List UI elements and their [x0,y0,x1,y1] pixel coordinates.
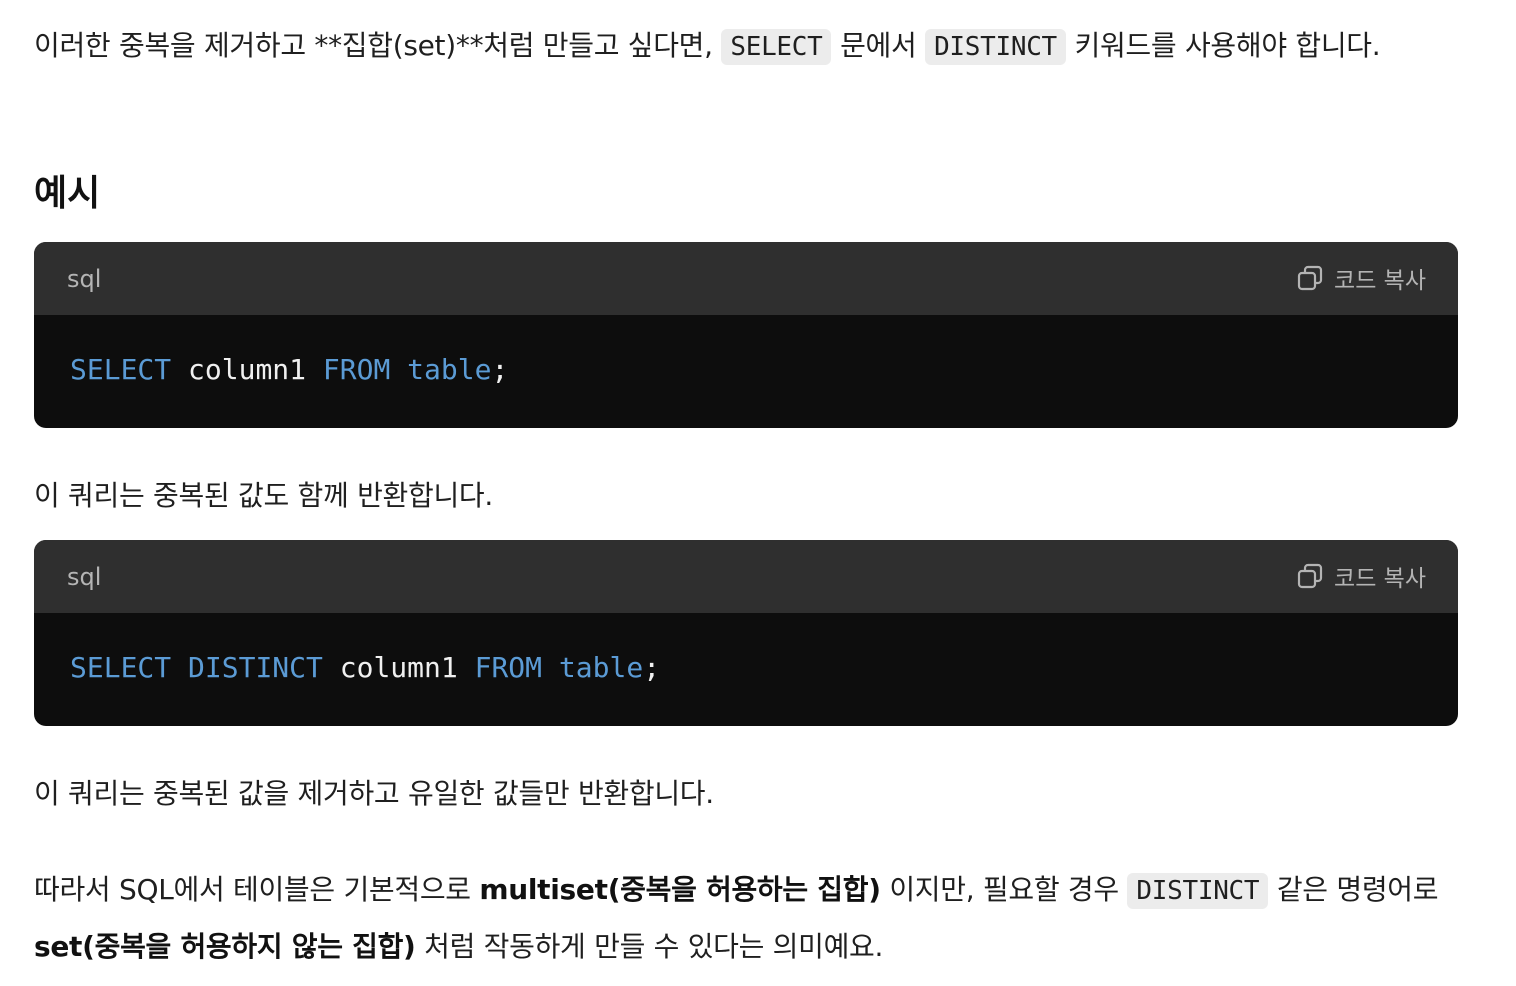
code-punctuation: ; [491,353,509,386]
code-keyword: SELECT [70,651,172,684]
code-keyword: DISTINCT [188,651,323,684]
code-identifier: column1 [322,651,475,684]
inline-code-distinct: DISTINCT [1127,873,1269,909]
conclusion-text: 이지만, 필요할 경우 [880,873,1128,906]
section-heading: 예시 [34,173,101,214]
code-keyword: table [407,353,492,386]
copy-code-button[interactable]: 코드 복사 [1296,262,1426,294]
inline-code-distinct: DISTINCT [925,29,1066,65]
conclusion-text: 같은 명령어로 [1268,873,1439,906]
code-content[interactable]: SELECT column1 FROM table; [70,350,508,390]
explanation-paragraph-2: 이 쿼리는 중복된 값을 제거하고 유일한 값들만 반환합니다. [34,777,714,810]
intro-paragraph: 이러한 중복을 제거하고 **집합(set)**처럼 만들고 싶다면, SELE… [34,18,1458,75]
code-block-header: sql 코드 복사 [34,540,1458,613]
intro-text: 이러한 중복을 제거하고 **집합(set)**처럼 만들고 싶다면, [34,29,722,62]
copy-code-label: 코드 복사 [1334,566,1426,592]
code-content[interactable]: SELECT DISTINCT column1 FROM table; [70,648,660,688]
conclusion-bold-set: set(중복을 허용하지 않는 집합) [34,930,416,963]
code-keyword: SELECT [70,353,172,386]
code-block-1: sql 코드 복사 SELECT column1 FROM table; [34,242,1458,428]
explanation-paragraph-1: 이 쿼리는 중복된 값도 함께 반환합니다. [34,479,493,512]
code-keyword: FROM [322,353,391,386]
conclusion-text: 처럼 작동하게 만들 수 있다는 의미예요. [415,930,884,963]
conclusion-paragraph: 따라서 SQL에서 테이블은 기본적으로 multiset(중복을 허용하는 집… [34,862,1458,975]
intro-text-after: 키워드를 사용해야 합니다. [1065,29,1381,62]
code-block-2: sql 코드 복사 SELECT DISTINCT column1 FROM t… [34,540,1458,726]
code-block-header: sql 코드 복사 [34,242,1458,315]
copy-icon [1297,265,1323,291]
code-keyword: FROM [474,651,543,684]
inline-code-select: SELECT [721,29,832,65]
copy-icon [1297,563,1323,589]
copy-code-button[interactable]: 코드 복사 [1296,560,1426,592]
copy-code-label: 코드 복사 [1334,268,1426,294]
code-language-label: sql [67,265,102,293]
code-language-label: sql [67,563,102,591]
conclusion-text: 따라서 SQL에서 테이블은 기본적으로 [34,873,480,906]
conclusion-bold-multiset: multiset(중복을 허용하는 집합) [479,873,881,906]
code-identifier: column1 [171,353,323,386]
code-keyword: table [558,651,644,684]
intro-text-mid: 문에서 [831,29,926,62]
code-punctuation: ; [643,651,661,684]
